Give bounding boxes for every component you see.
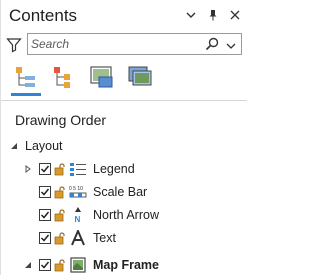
search-box[interactable] bbox=[27, 33, 242, 55]
lock-icon[interactable] bbox=[53, 231, 67, 245]
north-arrow-label: North Arrow bbox=[93, 208, 159, 222]
map-frame-icon bbox=[69, 257, 87, 273]
tree-item-map-frame[interactable]: Map Frame bbox=[23, 255, 159, 275]
text-label: Text bbox=[93, 231, 116, 245]
scale-bar-icon: 0 5 10 bbox=[69, 184, 87, 200]
caret-spacer bbox=[23, 187, 33, 197]
lock-icon[interactable] bbox=[53, 185, 67, 199]
expanded-caret-icon[interactable] bbox=[9, 141, 19, 151]
text-element-icon bbox=[69, 230, 87, 246]
visibility-checkbox[interactable] bbox=[39, 186, 51, 198]
lock-icon[interactable] bbox=[53, 162, 67, 176]
expanded-caret-icon[interactable] bbox=[23, 260, 33, 270]
caret-spacer bbox=[23, 233, 33, 243]
tree-item-north-arrow[interactable]: N North Arrow bbox=[23, 205, 159, 225]
search-input[interactable] bbox=[31, 36, 191, 52]
legend-icon bbox=[69, 161, 87, 177]
lock-icon[interactable] bbox=[53, 258, 67, 272]
pane-title-tools bbox=[185, 9, 241, 21]
list-by-source-button[interactable] bbox=[51, 64, 77, 90]
tree-root-layout[interactable]: Layout bbox=[9, 136, 63, 156]
pane-title: Contents bbox=[9, 6, 78, 25]
list-by-drawing-order-button[interactable] bbox=[11, 64, 41, 96]
list-by-perspective-button[interactable] bbox=[127, 64, 153, 90]
search-options-chevron-down-icon[interactable] bbox=[226, 38, 236, 49]
lock-icon[interactable] bbox=[53, 208, 67, 222]
tree-item-scale-bar[interactable]: 0 5 10 Scale Bar bbox=[23, 182, 147, 202]
close-icon[interactable] bbox=[229, 9, 241, 21]
scale-bar-label: Scale Bar bbox=[93, 185, 148, 199]
visibility-checkbox[interactable] bbox=[39, 232, 51, 244]
legend-label: Legend bbox=[93, 162, 135, 176]
svg-text:0 5 10: 0 5 10 bbox=[69, 186, 83, 192]
divider bbox=[1, 100, 247, 101]
layout-label: Layout bbox=[25, 139, 63, 153]
search-icon[interactable] bbox=[205, 37, 219, 51]
tree-item-legend[interactable]: Legend bbox=[23, 159, 135, 179]
contents-pane: Contents Search Drawing Order Layout Leg… bbox=[0, 0, 247, 275]
options-dropdown-icon[interactable] bbox=[185, 9, 197, 21]
section-heading: Drawing Order bbox=[15, 112, 107, 128]
list-by-selection-button[interactable] bbox=[89, 64, 115, 90]
visibility-checkbox[interactable] bbox=[39, 259, 51, 271]
view-buttons bbox=[11, 64, 153, 96]
filter-icon[interactable] bbox=[6, 37, 22, 53]
svg-text:N: N bbox=[75, 215, 81, 223]
north-arrow-icon: N bbox=[69, 207, 87, 223]
visibility-checkbox[interactable] bbox=[39, 209, 51, 221]
visibility-checkbox[interactable] bbox=[39, 163, 51, 175]
pin-icon[interactable] bbox=[207, 9, 219, 21]
caret-spacer bbox=[23, 210, 33, 220]
map-frame-label: Map Frame bbox=[93, 258, 159, 272]
tree-item-text[interactable]: Text bbox=[23, 228, 116, 248]
collapsed-caret-icon[interactable] bbox=[23, 164, 33, 174]
